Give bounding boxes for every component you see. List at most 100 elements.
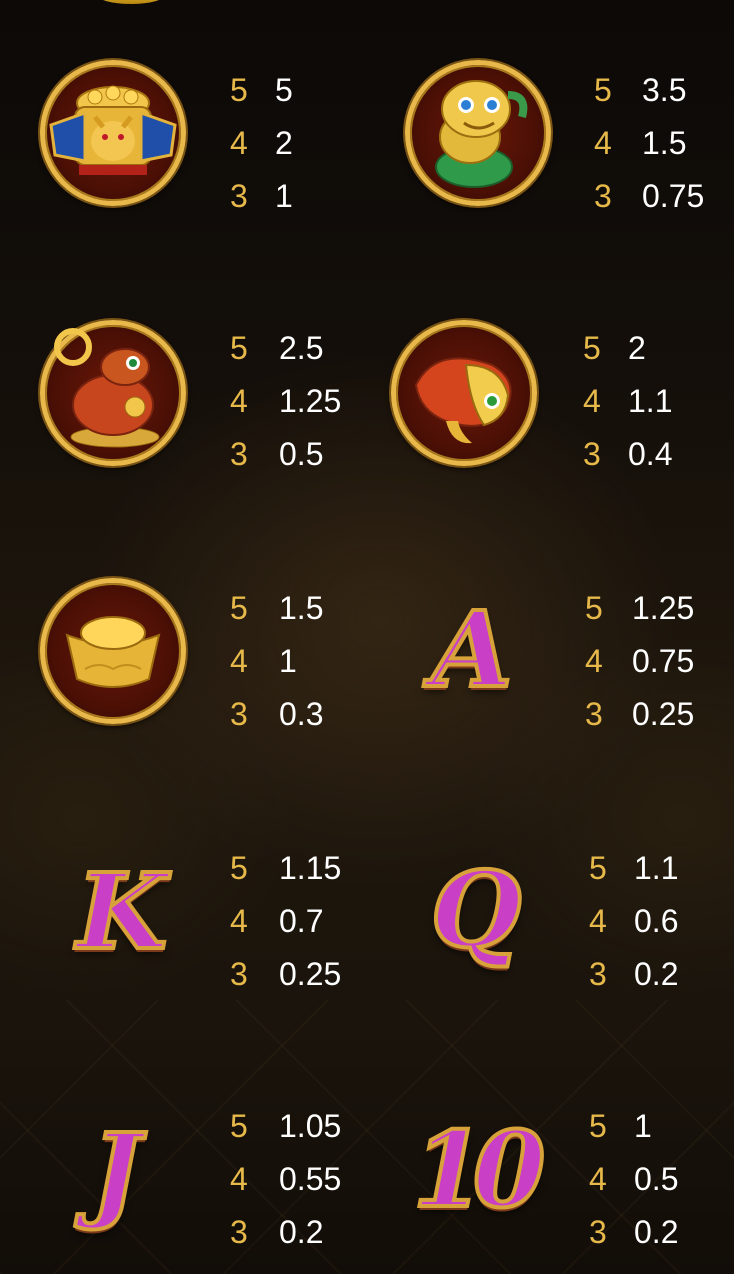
payout-row: 55 bbox=[230, 64, 400, 117]
payout-value: 1.5 bbox=[642, 125, 687, 161]
letter-q-payouts: 5 1.1 4 0.6 3 0.2 bbox=[589, 842, 734, 1001]
payout-value: 1.25 bbox=[632, 590, 695, 626]
payout-row: 3 0.2 bbox=[589, 948, 734, 1001]
match-count: 4 bbox=[230, 125, 248, 161]
match-count: 4 bbox=[583, 383, 601, 419]
payout-value: 1 bbox=[279, 643, 297, 679]
payout-value: 0.2 bbox=[634, 1214, 679, 1250]
match-count: 3 bbox=[230, 696, 248, 732]
payout-row: 3 0.2 bbox=[589, 1206, 734, 1259]
payout-row: 5 2.5 bbox=[230, 322, 400, 375]
payout-value: 1.1 bbox=[634, 850, 679, 886]
payout-value: 0.25 bbox=[632, 696, 695, 732]
match-count: 4 bbox=[230, 1161, 248, 1197]
match-count: 5 bbox=[589, 1108, 607, 1144]
payout-value: 0.25 bbox=[279, 956, 342, 992]
koi-fish-payouts: 52 4 1.1 3 0.4 bbox=[583, 322, 734, 481]
match-count: 3 bbox=[230, 1214, 248, 1250]
payout-row: 4 1.25 bbox=[230, 375, 400, 428]
payout-row: 4 0.75 bbox=[585, 635, 734, 688]
payout-value: 0.2 bbox=[279, 1214, 324, 1250]
payout-value: 2 bbox=[275, 125, 293, 161]
coin-pot-rat-payouts: 55 42 31 bbox=[230, 64, 400, 223]
match-count: 5 bbox=[589, 850, 607, 886]
jade-lion-symbol-icon bbox=[405, 60, 551, 206]
previous-symbol-edge bbox=[96, 0, 166, 4]
letter-j-payouts: 5 1.05 4 0.55 3 0.2 bbox=[230, 1100, 400, 1259]
payout-value: 1.1 bbox=[628, 383, 673, 419]
payout-value: 1 bbox=[634, 1108, 652, 1144]
payout-row: 4 1.1 bbox=[583, 375, 734, 428]
match-count: 5 bbox=[230, 72, 248, 108]
letter-j-symbol-icon: J bbox=[89, 1108, 142, 1235]
payout-row: 3 0.3 bbox=[230, 688, 400, 741]
payout-row: 5 1.15 bbox=[230, 842, 400, 895]
payout-row: 4 0.7 bbox=[230, 895, 400, 948]
payout-row: 3 0.2 bbox=[230, 1206, 400, 1259]
match-count: 3 bbox=[230, 436, 248, 472]
payout-value: 1.05 bbox=[279, 1108, 342, 1144]
match-count: 5 bbox=[585, 590, 603, 626]
letter-k-payouts: 5 1.15 4 0.7 3 0.25 bbox=[230, 842, 400, 1001]
payout-row: 51 bbox=[589, 1100, 734, 1153]
payout-value: 0.75 bbox=[642, 178, 705, 214]
payout-row: 5 1.1 bbox=[589, 842, 734, 895]
letter-a-payouts: 5 1.25 4 0.75 3 0.25 bbox=[585, 582, 734, 741]
payout-row: 5 1.05 bbox=[230, 1100, 400, 1153]
payout-row: 5 3.5 bbox=[594, 64, 734, 117]
payout-value: 2.5 bbox=[279, 330, 324, 366]
payout-row: 4 0.5 bbox=[589, 1153, 734, 1206]
payout-value: 5 bbox=[275, 72, 293, 108]
koi-fish-symbol-icon bbox=[391, 320, 537, 466]
match-count: 5 bbox=[230, 590, 248, 626]
match-count: 5 bbox=[230, 330, 248, 366]
payout-row: 3 0.75 bbox=[594, 170, 734, 223]
payout-value: 1.5 bbox=[279, 590, 324, 626]
payout-value: 1.15 bbox=[279, 850, 342, 886]
match-count: 4 bbox=[589, 903, 607, 939]
payout-row: 5 1.25 bbox=[585, 582, 734, 635]
payout-row: 31 bbox=[230, 170, 400, 223]
payout-row: 52 bbox=[583, 322, 734, 375]
jade-lion-payouts: 5 3.5 4 1.5 3 0.75 bbox=[594, 64, 734, 223]
payout-value: 1 bbox=[275, 178, 293, 214]
money-toad-payouts: 5 2.5 4 1.25 3 0.5 bbox=[230, 322, 400, 481]
payout-row: 3 0.4 bbox=[583, 428, 734, 481]
payout-value: 0.3 bbox=[279, 696, 324, 732]
letter-a-symbol-icon: A bbox=[430, 586, 515, 713]
payout-value: 0.4 bbox=[628, 436, 673, 472]
payout-value: 0.55 bbox=[279, 1161, 342, 1197]
number-10-payouts: 51 4 0.5 3 0.2 bbox=[589, 1100, 734, 1259]
match-count: 4 bbox=[230, 383, 248, 419]
match-count: 5 bbox=[230, 850, 248, 886]
match-count: 3 bbox=[589, 1214, 607, 1250]
money-toad-symbol-icon bbox=[40, 320, 186, 466]
payout-value: 0.5 bbox=[634, 1161, 679, 1197]
match-count: 5 bbox=[583, 330, 601, 366]
payout-value: 0.2 bbox=[634, 956, 679, 992]
match-count: 4 bbox=[585, 643, 603, 679]
match-count: 3 bbox=[583, 436, 601, 472]
gold-ingot-payouts: 5 1.5 41 3 0.3 bbox=[230, 582, 400, 741]
payout-value: 0.7 bbox=[279, 903, 324, 939]
match-count: 4 bbox=[230, 903, 248, 939]
payout-value: 1.25 bbox=[279, 383, 342, 419]
payout-row: 4 0.55 bbox=[230, 1153, 400, 1206]
payout-row: 4 1.5 bbox=[594, 117, 734, 170]
payout-row: 3 0.5 bbox=[230, 428, 400, 481]
match-count: 4 bbox=[230, 643, 248, 679]
payout-row: 3 0.25 bbox=[230, 948, 400, 1001]
coin-pot-rat-symbol-icon bbox=[40, 60, 186, 206]
match-count: 3 bbox=[589, 956, 607, 992]
payout-row: 42 bbox=[230, 117, 400, 170]
match-count: 3 bbox=[230, 956, 248, 992]
letter-q-symbol-icon: Q bbox=[429, 846, 524, 973]
match-count: 3 bbox=[585, 696, 603, 732]
letter-k-symbol-icon: K bbox=[75, 848, 169, 975]
payout-value: 0.6 bbox=[634, 903, 679, 939]
payout-row: 4 0.6 bbox=[589, 895, 734, 948]
match-count: 3 bbox=[594, 178, 612, 214]
payout-row: 3 0.25 bbox=[585, 688, 734, 741]
number-10-symbol-icon: 10 bbox=[411, 1106, 548, 1233]
gold-ingot-symbol-icon bbox=[40, 578, 186, 724]
